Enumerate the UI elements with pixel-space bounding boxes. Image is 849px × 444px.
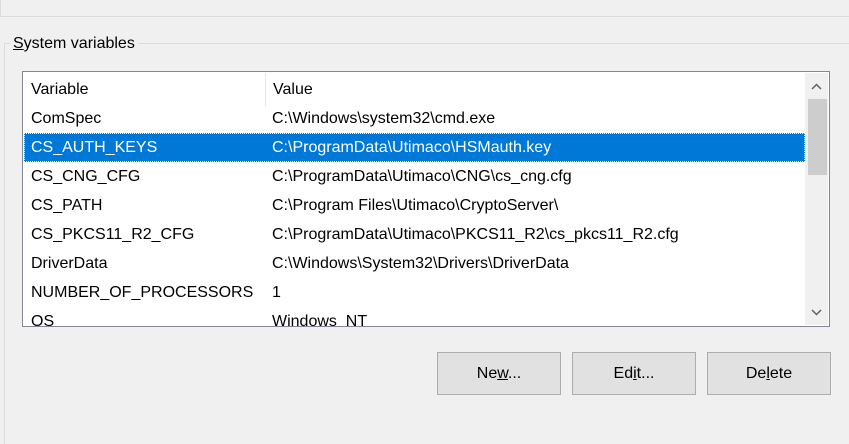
variable-value-cell: 1: [272, 284, 281, 301]
new-button-label: New...: [476, 364, 522, 382]
variable-name-cell: CS_PKCS11_R2_CFG: [31, 226, 195, 243]
scroll-down-button[interactable]: [805, 301, 828, 323]
table-row[interactable]: ComSpec C:\Windows\system32\cmd.exe: [24, 104, 805, 133]
variable-value-cell: C:\ProgramData\Utimaco\HSMauth.key: [272, 139, 552, 156]
list-rows: ComSpec C:\Windows\system32\cmd.exe CS_AUT…: [24, 104, 805, 327]
table-row[interactable]: CS_PKCS11_R2_CFG C:\ProgramData\Utimaco\P…: [24, 220, 805, 249]
table-row[interactable]: CS_AUTH_KEYS C:\ProgramData\Utimaco\HSMau…: [24, 133, 805, 162]
chevron-up-icon: [811, 82, 822, 90]
new-button[interactable]: New...: [437, 352, 561, 395]
delete-button[interactable]: Delete: [707, 352, 831, 395]
variable-value-cell: C:\Windows\System32\Drivers\DriverData: [272, 255, 569, 272]
table-row[interactable]: DriverData C:\Windows\System32\Drivers\Dr…: [24, 249, 805, 278]
variable-value-cell: C:\ProgramData\Utimaco\PKCS11_R2\cs_pkcs…: [272, 226, 679, 243]
system-variables-list[interactable]: Variable Value ComSpec C:\Windows\system3…: [22, 71, 830, 327]
variable-name-cell: NUMBER_OF_PROCESSORS: [31, 284, 254, 301]
variable-name-cell: OS: [31, 313, 55, 327]
variable-value-cell: C:\Program Files\Utimaco\CryptoServer\: [272, 197, 559, 214]
scroll-thumb[interactable]: [808, 99, 827, 175]
user-variables-group-bottom: [0, 0, 849, 17]
system-variables-label-text: System variables: [13, 35, 135, 52]
scroll-up-button[interactable]: [805, 75, 828, 97]
chevron-down-icon: [811, 308, 822, 316]
variable-name-cell: CS_PATH: [31, 197, 103, 214]
delete-button-label: Delete: [745, 364, 793, 382]
column-header-value[interactable]: Value: [266, 73, 805, 106]
edit-button-label: Edit...: [613, 364, 655, 382]
variable-name-cell: DriverData: [31, 255, 108, 272]
table-row[interactable]: CS_PATH C:\Program Files\Utimaco\CryptoSe…: [24, 191, 805, 220]
variable-value-cell: Windows_NT: [272, 313, 368, 327]
table-row[interactable]: NUMBER_OF_PROCESSORS 1: [24, 278, 805, 307]
table-row[interactable]: CS_CNG_CFG C:\ProgramData\Utimaco\CNG\cs_…: [24, 162, 805, 191]
edit-button[interactable]: Edit...: [572, 352, 696, 395]
variable-name-cell: ComSpec: [31, 110, 102, 127]
vertical-scrollbar[interactable]: [805, 73, 828, 325]
list-header: Variable Value: [24, 73, 805, 106]
column-header-variable[interactable]: Variable: [24, 73, 266, 106]
variable-value-cell: C:\Windows\system32\cmd.exe: [272, 110, 496, 127]
variable-value-cell: C:\ProgramData\Utimaco\CNG\cs_cng.cfg: [272, 168, 572, 185]
table-row[interactable]: OS Windows_NT: [24, 307, 805, 327]
variable-name-cell: CS_CNG_CFG: [31, 168, 141, 185]
system-variables-label: System variables: [10, 34, 138, 54]
variable-name-cell: CS_AUTH_KEYS: [31, 139, 158, 156]
